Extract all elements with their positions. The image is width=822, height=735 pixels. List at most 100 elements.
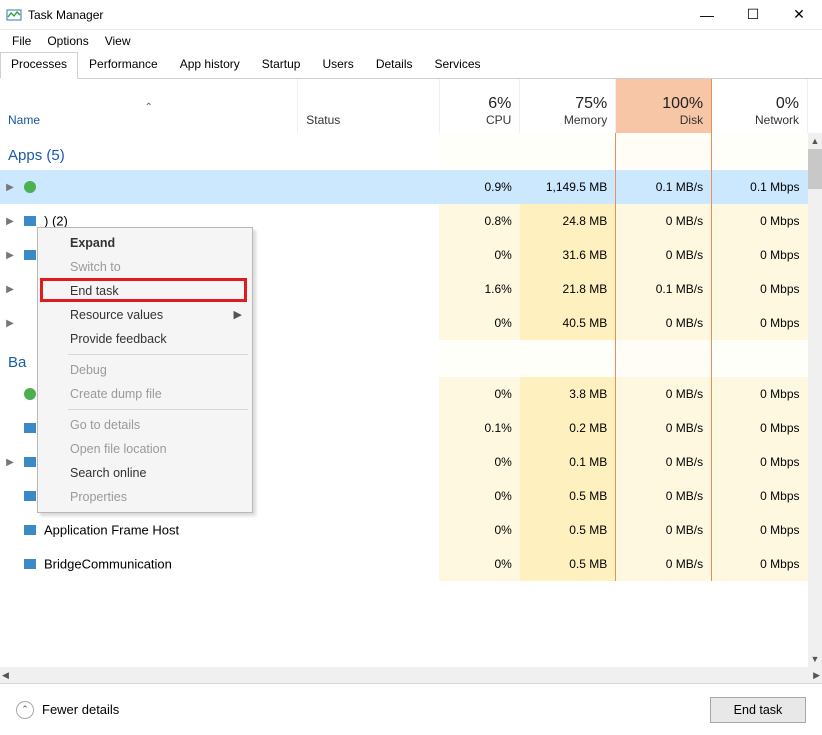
network-value: 0 Mbps: [712, 377, 808, 411]
menu-view[interactable]: View: [99, 32, 137, 50]
cm-create-dump: Create dump file: [40, 382, 250, 406]
memory-value: 0.5 MB: [520, 513, 616, 547]
process-icon: [22, 488, 38, 504]
column-cpu-label: CPU: [486, 113, 511, 127]
close-button[interactable]: ✕: [776, 0, 822, 30]
process-icon: [22, 281, 38, 297]
menu-file[interactable]: File: [6, 32, 37, 50]
column-name[interactable]: ⌃ Name: [0, 79, 298, 133]
tab-app-history[interactable]: App history: [169, 52, 251, 78]
cm-properties: Properties: [40, 485, 250, 509]
network-value: 0.1 Mbps: [712, 170, 808, 204]
memory-value: 24.8 MB: [520, 204, 616, 238]
end-task-button[interactable]: End task: [710, 697, 806, 723]
chevron-right-icon[interactable]: ▶: [4, 284, 16, 295]
tab-startup[interactable]: Startup: [251, 52, 312, 78]
scroll-down-icon[interactable]: ▼: [808, 651, 822, 667]
maximize-button[interactable]: ☐: [730, 0, 776, 30]
fewer-details-toggle[interactable]: ⌃: [16, 701, 34, 719]
cm-resource-values-label: Resource values: [70, 308, 163, 322]
network-value: 0 Mbps: [712, 479, 808, 513]
window-title: Task Manager: [28, 8, 103, 22]
menubar: File Options View: [0, 30, 822, 52]
tab-details[interactable]: Details: [365, 52, 424, 78]
tab-users[interactable]: Users: [311, 52, 364, 78]
tab-processes[interactable]: Processes: [0, 52, 78, 79]
cm-search-online[interactable]: Search online: [40, 461, 250, 485]
tab-services[interactable]: Services: [424, 52, 492, 78]
horizontal-scrollbar[interactable]: ◀ ▶: [0, 667, 822, 683]
chevron-right-icon[interactable]: ▶: [4, 250, 16, 261]
cpu-value: 0%: [439, 547, 520, 581]
scroll-thumb[interactable]: [808, 149, 822, 189]
cm-open-file-location: Open file location: [40, 437, 250, 461]
cpu-value: 1.6%: [439, 272, 520, 306]
disk-value: 0 MB/s: [616, 411, 712, 445]
group-background-label: Ba: [8, 354, 26, 371]
cpu-value: 0%: [439, 306, 520, 340]
vertical-scrollbar[interactable]: ▲ ▼: [808, 133, 822, 667]
column-status[interactable]: Status: [298, 79, 439, 133]
chevron-right-icon[interactable]: ▶: [4, 182, 16, 193]
process-icon: [22, 179, 38, 195]
process-icon: [22, 386, 38, 402]
cm-switch-to: Switch to: [40, 255, 250, 279]
fewer-details-label[interactable]: Fewer details: [42, 702, 119, 717]
disk-value: 0 MB/s: [616, 204, 712, 238]
disk-value: 0 MB/s: [616, 306, 712, 340]
memory-percent: 75%: [528, 95, 607, 113]
chevron-right-icon[interactable]: ▶: [4, 216, 16, 227]
memory-value: 3.8 MB: [520, 377, 616, 411]
cm-go-to-details: Go to details: [40, 413, 250, 437]
network-value: 0 Mbps: [712, 445, 808, 479]
memory-value: 0.5 MB: [520, 479, 616, 513]
context-menu: Expand Switch to End task Resource value…: [37, 227, 253, 513]
cpu-value: 0.9%: [439, 170, 520, 204]
title-bar: Task Manager — ☐ ✕: [0, 0, 822, 30]
footer: ⌃ Fewer details End task: [0, 683, 822, 735]
cpu-value: 0.1%: [439, 411, 520, 445]
column-disk[interactable]: 100%Disk: [616, 79, 712, 133]
sort-indicator-icon: ⌃: [8, 102, 289, 113]
table-row[interactable]: ▶ 0.9% 1,149.5 MB 0.1 MB/s 0.1 Mbps: [0, 170, 808, 204]
process-icon: [22, 213, 38, 229]
column-disk-label: Disk: [680, 113, 703, 127]
column-memory-label: Memory: [564, 113, 607, 127]
table-row[interactable]: ▶BridgeCommunication 0% 0.5 MB 0 MB/s 0 …: [0, 547, 808, 581]
cpu-value: 0%: [439, 513, 520, 547]
group-apps-label: Apps (5): [0, 133, 439, 170]
table-row[interactable]: ▶Application Frame Host 0% 0.5 MB 0 MB/s…: [0, 513, 808, 547]
chevron-up-icon: ⌃: [21, 704, 29, 715]
chevron-right-icon[interactable]: ▶: [4, 318, 16, 329]
memory-value: 31.6 MB: [520, 238, 616, 272]
process-icon: [22, 247, 38, 263]
cpu-value: 0%: [439, 377, 520, 411]
group-apps[interactable]: Apps (5): [0, 133, 808, 170]
network-value: 0 Mbps: [712, 272, 808, 306]
disk-value: 0.1 MB/s: [616, 272, 712, 306]
minimize-button[interactable]: —: [684, 0, 730, 30]
column-network[interactable]: 0%Network: [712, 79, 808, 133]
cm-expand[interactable]: Expand: [40, 231, 250, 255]
cm-debug: Debug: [40, 358, 250, 382]
cpu-value: 0%: [439, 238, 520, 272]
cm-provide-feedback[interactable]: Provide feedback: [40, 327, 250, 351]
column-status-label: Status: [306, 113, 340, 127]
scroll-left-icon[interactable]: ◀: [2, 670, 9, 681]
column-cpu[interactable]: 6%CPU: [439, 79, 520, 133]
process-icon: [22, 556, 38, 572]
disk-value: 0.1 MB/s: [616, 170, 712, 204]
tab-performance[interactable]: Performance: [78, 52, 169, 78]
cm-end-task[interactable]: End task: [40, 279, 250, 303]
scroll-up-icon[interactable]: ▲: [808, 133, 822, 149]
cm-resource-values[interactable]: Resource values ▶: [40, 303, 250, 327]
network-value: 0 Mbps: [712, 306, 808, 340]
chevron-right-icon[interactable]: ▶: [4, 457, 16, 468]
menu-options[interactable]: Options: [41, 32, 94, 50]
scroll-right-icon[interactable]: ▶: [813, 670, 820, 681]
separator: [68, 409, 248, 410]
column-memory[interactable]: 75%Memory: [520, 79, 616, 133]
process-icon: [22, 454, 38, 470]
memory-value: 0.1 MB: [520, 445, 616, 479]
network-value: 0 Mbps: [712, 411, 808, 445]
